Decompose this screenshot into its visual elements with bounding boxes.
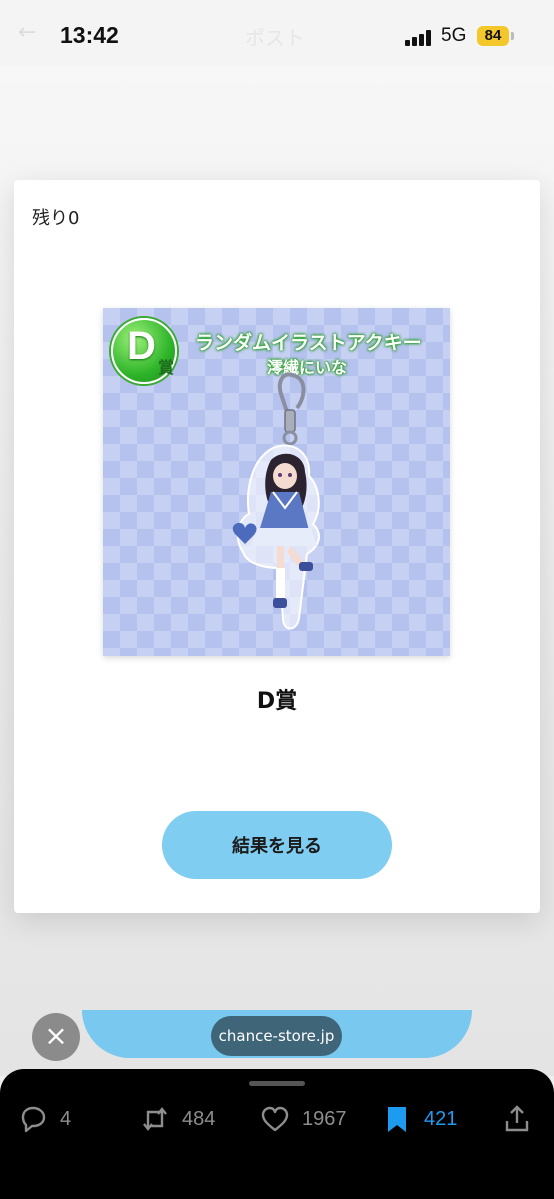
clock: 13:42 <box>60 22 119 48</box>
repost-count: 484 <box>182 1107 216 1130</box>
heart-icon <box>261 1106 289 1132</box>
prize-name: D賞 <box>256 689 298 714</box>
badge-suffix: 賞 <box>158 358 175 377</box>
view-result-button[interactable]: 結果を見る <box>162 811 392 879</box>
repost-icon <box>143 1107 167 1131</box>
prize-image: D 賞 ランダムイラストアクキー 澪繊にいな <box>103 308 450 656</box>
battery-icon: 84 <box>477 26 509 46</box>
reply-icon <box>21 1106 46 1133</box>
network-type: 5G <box>441 25 467 46</box>
bookmark-count: 421 <box>424 1107 458 1130</box>
repost-button[interactable]: 484 <box>140 1101 215 1137</box>
reply-count: 4 <box>60 1107 72 1130</box>
product-title: ランダムイラストアクキー <box>195 332 422 354</box>
remaining-count: 残り0 <box>32 208 80 229</box>
status-bar: ← 13:42 ポスト 5G 84 <box>0 0 554 66</box>
like-count: 1967 <box>302 1107 347 1130</box>
gacha-result-card: 残り0 D 賞 ランダムイラストアクキー 澪繊にいな D賞 結果を見る <box>14 180 540 913</box>
bookmark-button[interactable]: 421 <box>382 1101 457 1137</box>
badge-letter: D <box>127 324 156 368</box>
faded-page-title: ポスト <box>245 26 305 50</box>
signal-icon <box>405 29 435 46</box>
share-button[interactable] <box>502 1101 544 1137</box>
drag-handle[interactable] <box>249 1081 305 1086</box>
close-icon[interactable]: × <box>32 1013 80 1061</box>
like-button[interactable]: 1967 <box>260 1101 347 1137</box>
reply-button[interactable]: 4 <box>18 1101 71 1137</box>
battery-tip <box>511 32 514 40</box>
url-chip[interactable]: chance-store.jp <box>211 1016 342 1056</box>
share-icon <box>505 1105 529 1132</box>
acrylic-keychain-illustration <box>232 372 321 630</box>
post-action-bar: 4 484 1967 421 <box>0 1069 554 1199</box>
back-arrow-icon[interactable]: ← <box>18 20 36 45</box>
bookmark-icon <box>388 1107 406 1132</box>
